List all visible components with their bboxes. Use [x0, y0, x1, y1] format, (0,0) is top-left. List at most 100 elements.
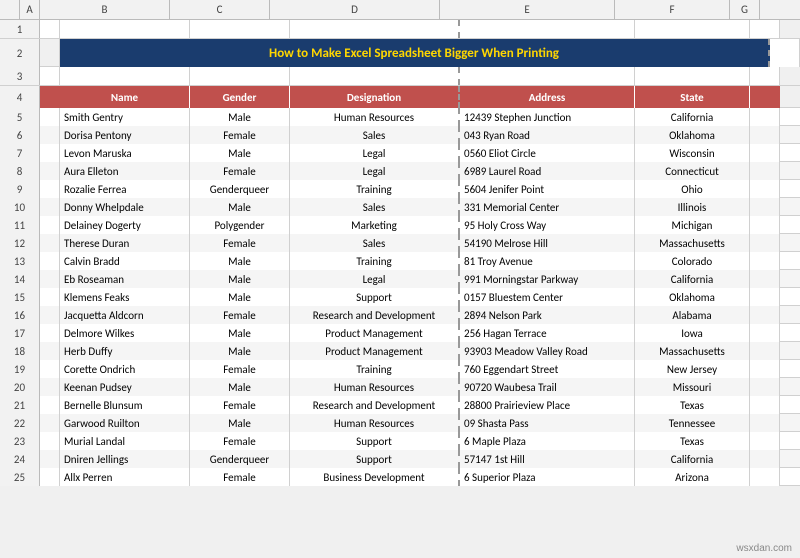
cell-name-9[interactable]: Rozalie Ferrea: [60, 180, 190, 198]
cell-a17[interactable]: [40, 324, 60, 342]
cell-g8[interactable]: [750, 162, 780, 180]
cell-designation-13[interactable]: Training: [290, 252, 460, 270]
cell-a23[interactable]: [40, 432, 60, 450]
cell-state-13[interactable]: Colorado: [635, 252, 750, 270]
cell-b3[interactable]: [60, 67, 190, 85]
cell-designation-14[interactable]: Legal: [290, 270, 460, 288]
cell-name-5[interactable]: Smith Gentry: [60, 108, 190, 126]
cell-a1[interactable]: [40, 20, 60, 38]
cell-state-22[interactable]: Tennessee: [635, 414, 750, 432]
cell-g7[interactable]: [750, 144, 780, 162]
cell-state-19[interactable]: New Jersey: [635, 360, 750, 378]
cell-address-21[interactable]: 28800 Prairieview Place: [460, 396, 635, 414]
cell-state-9[interactable]: Ohio: [635, 180, 750, 198]
cell-g11[interactable]: [750, 216, 780, 234]
cell-address-10[interactable]: 331 Memorial Center: [460, 198, 635, 216]
cell-g3[interactable]: [750, 67, 780, 85]
col-header-b[interactable]: B: [40, 0, 170, 19]
cell-a6[interactable]: [40, 126, 60, 144]
cell-a20[interactable]: [40, 378, 60, 396]
cell-designation-6[interactable]: Sales: [290, 126, 460, 144]
cell-address-8[interactable]: 6989 Laurel Road: [460, 162, 635, 180]
cell-d3[interactable]: [290, 67, 460, 85]
cell-gender-21[interactable]: Female: [190, 396, 290, 414]
cell-b1[interactable]: [60, 20, 190, 38]
col-header-d[interactable]: D: [270, 0, 440, 19]
cell-designation-15[interactable]: Support: [290, 288, 460, 306]
cell-g15[interactable]: [750, 288, 780, 306]
cell-g21[interactable]: [750, 396, 780, 414]
cell-g12[interactable]: [750, 234, 780, 252]
cell-g1[interactable]: [750, 20, 780, 38]
cell-g25[interactable]: [750, 468, 780, 486]
cell-state-21[interactable]: Texas: [635, 396, 750, 414]
cell-gender-23[interactable]: Female: [190, 432, 290, 450]
cell-address-15[interactable]: 0157 Bluestem Center: [460, 288, 635, 306]
cell-state-16[interactable]: Alabama: [635, 306, 750, 324]
cell-gender-18[interactable]: Male: [190, 342, 290, 360]
cell-designation-19[interactable]: Training: [290, 360, 460, 378]
cell-e3[interactable]: [460, 67, 635, 85]
cell-name-21[interactable]: Bernelle Blunsum: [60, 396, 190, 414]
cell-address-16[interactable]: 2894 Nelson Park: [460, 306, 635, 324]
cell-a5[interactable]: [40, 108, 60, 126]
cell-designation-11[interactable]: Marketing: [290, 216, 460, 234]
cell-e1[interactable]: [460, 20, 635, 38]
cell-designation-18[interactable]: Product Management: [290, 342, 460, 360]
cell-a3[interactable]: [40, 67, 60, 85]
cell-address-14[interactable]: 991 Morningstar Parkway: [460, 270, 635, 288]
cell-a9[interactable]: [40, 180, 60, 198]
cell-name-17[interactable]: Delmore Wilkes: [60, 324, 190, 342]
cell-designation-5[interactable]: Human Resources: [290, 108, 460, 126]
col-header-g[interactable]: G: [730, 0, 760, 19]
cell-g17[interactable]: [750, 324, 780, 342]
cell-address-17[interactable]: 256 Hagan Terrace: [460, 324, 635, 342]
cell-state-15[interactable]: Oklahoma: [635, 288, 750, 306]
cell-a14[interactable]: [40, 270, 60, 288]
cell-address-7[interactable]: 0560 Eliot Circle: [460, 144, 635, 162]
cell-g22[interactable]: [750, 414, 780, 432]
cell-a25[interactable]: [40, 468, 60, 486]
cell-state-11[interactable]: Michigan: [635, 216, 750, 234]
cell-c3[interactable]: [190, 67, 290, 85]
cell-a7[interactable]: [40, 144, 60, 162]
cell-designation-16[interactable]: Research and Development: [290, 306, 460, 324]
cell-state-25[interactable]: Arizona: [635, 468, 750, 486]
cell-state-17[interactable]: Iowa: [635, 324, 750, 342]
cell-c1[interactable]: [190, 20, 290, 38]
cell-state-18[interactable]: Massachusetts: [635, 342, 750, 360]
cell-address-9[interactable]: 5604 Jenifer Point: [460, 180, 635, 198]
cell-name-8[interactable]: Aura Elleton: [60, 162, 190, 180]
cell-state-24[interactable]: California: [635, 450, 750, 468]
cell-name-20[interactable]: Keenan Pudsey: [60, 378, 190, 396]
cell-a13[interactable]: [40, 252, 60, 270]
cell-a8[interactable]: [40, 162, 60, 180]
cell-a2[interactable]: [40, 39, 60, 67]
cell-name-6[interactable]: Dorisa Pentony: [60, 126, 190, 144]
cell-address-19[interactable]: 760 Eggendart Street: [460, 360, 635, 378]
cell-gender-16[interactable]: Female: [190, 306, 290, 324]
cell-gender-8[interactable]: Female: [190, 162, 290, 180]
cell-gender-22[interactable]: Male: [190, 414, 290, 432]
cell-a21[interactable]: [40, 396, 60, 414]
cell-address-24[interactable]: 57147 1st Hill: [460, 450, 635, 468]
cell-address-13[interactable]: 81 Troy Avenue: [460, 252, 635, 270]
cell-name-19[interactable]: Corette Ondrich: [60, 360, 190, 378]
cell-a10[interactable]: [40, 198, 60, 216]
cell-g20[interactable]: [750, 378, 780, 396]
cell-a12[interactable]: [40, 234, 60, 252]
cell-gender-14[interactable]: Male: [190, 270, 290, 288]
cell-designation-17[interactable]: Product Management: [290, 324, 460, 342]
cell-gender-24[interactable]: Genderqueer: [190, 450, 290, 468]
cell-state-8[interactable]: Connecticut: [635, 162, 750, 180]
cell-g18[interactable]: [750, 342, 780, 360]
cell-gender-11[interactable]: Polygender: [190, 216, 290, 234]
cell-state-6[interactable]: Oklahoma: [635, 126, 750, 144]
cell-g13[interactable]: [750, 252, 780, 270]
cell-gender-10[interactable]: Male: [190, 198, 290, 216]
cell-state-14[interactable]: California: [635, 270, 750, 288]
cell-g5[interactable]: [750, 108, 780, 126]
cell-gender-5[interactable]: Male: [190, 108, 290, 126]
cell-state-10[interactable]: Illinois: [635, 198, 750, 216]
cell-state-12[interactable]: Massachusetts: [635, 234, 750, 252]
